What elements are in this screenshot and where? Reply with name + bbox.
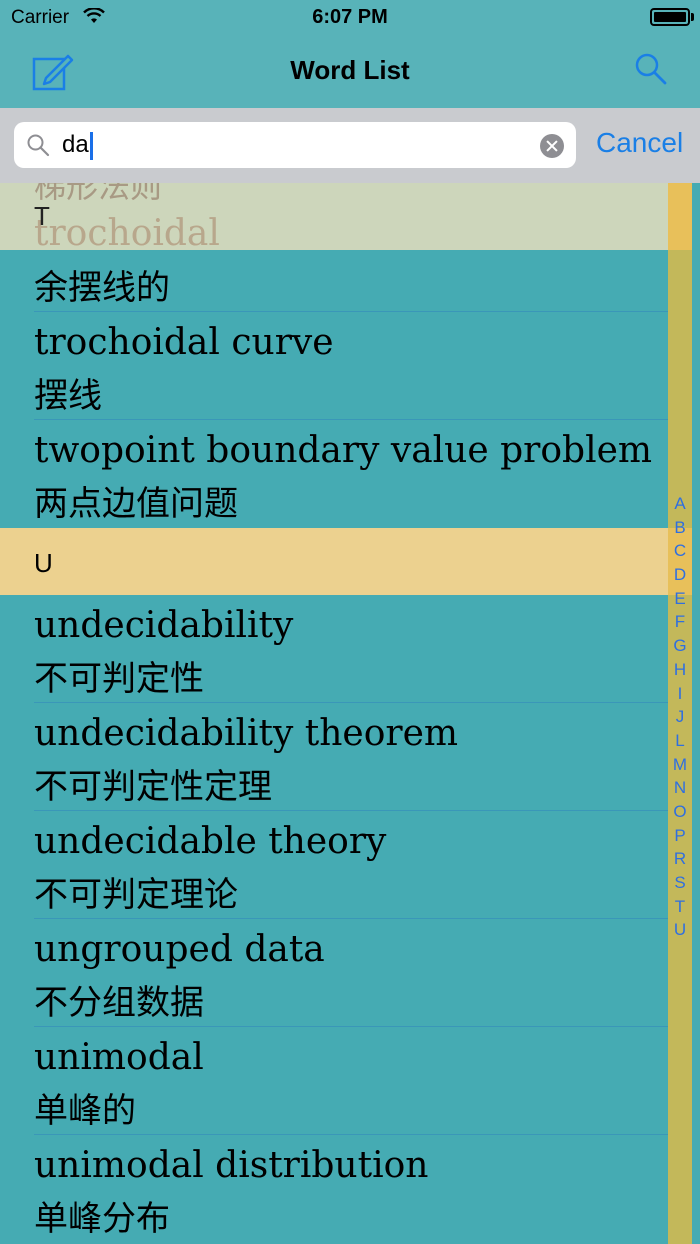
list-item[interactable]: ungrouped data 不分组数据 — [0, 919, 668, 1026]
list-item[interactable]: undecidability 不可判定性 — [0, 595, 668, 702]
section-header-t: 梯形法则 trochoidal T — [0, 183, 668, 254]
status-bar: Carrier 6:07 PM — [0, 0, 700, 36]
word-term: undecidability theorem — [34, 713, 459, 754]
index-letter-l[interactable]: L — [668, 729, 692, 753]
index-letter-h[interactable]: H — [668, 658, 692, 682]
magnifier-icon — [26, 133, 50, 161]
cancel-button[interactable]: Cancel — [596, 127, 683, 159]
index-letter-a[interactable]: A — [668, 492, 692, 516]
list-item[interactable]: undecidability theorem 不可判定性定理 — [0, 703, 668, 810]
text-caret — [89, 131, 93, 160]
index-letter-b[interactable]: B — [668, 516, 692, 540]
search-bar: da Cancel — [0, 108, 700, 183]
word-term: unimodal — [34, 1037, 204, 1078]
word-translation: 摆线 — [34, 376, 102, 416]
clear-icon[interactable] — [540, 134, 564, 158]
search-input[interactable]: da — [14, 122, 576, 168]
word-translation: 不可判定性 — [34, 659, 204, 699]
word-term: ungrouped data — [34, 929, 325, 970]
index-letter-f[interactable]: F — [668, 610, 692, 634]
word-translation: 单峰分布 — [34, 1199, 170, 1239]
index-letter-d[interactable]: D — [668, 563, 692, 587]
index-letter-t[interactable]: T — [668, 895, 692, 919]
word-list: 梯形法则 trochoidal T 余摆线的 trochoidal curve … — [0, 183, 668, 1244]
index-track-highlight — [668, 183, 692, 250]
word-translation: 余摆线的 — [34, 268, 170, 308]
section-label-u: U — [34, 548, 53, 578]
index-letter-c[interactable]: C — [668, 539, 692, 563]
list-item[interactable]: unimodal 单峰的 — [0, 1027, 668, 1134]
faded-word: trochoidal — [34, 213, 220, 254]
search-input-text[interactable]: da — [62, 131, 93, 160]
index-letter-g[interactable]: G — [668, 634, 692, 658]
list-item[interactable]: undecidable theory 不可判定理论 — [0, 811, 668, 918]
word-term: undecidability — [34, 605, 294, 646]
index-letter-p[interactable]: P — [668, 824, 692, 848]
list-item[interactable]: 余摆线的 — [0, 250, 668, 311]
word-term: twopoint boundary value problem — [34, 430, 653, 471]
battery-icon — [650, 8, 690, 26]
section-label-t: T — [34, 201, 50, 231]
section-header-u: U — [0, 528, 668, 595]
index-letter-n[interactable]: N — [668, 776, 692, 800]
word-translation: 不可判定理论 — [34, 875, 238, 915]
word-translation: 不可判定性定理 — [34, 767, 272, 807]
battery-tip — [691, 13, 694, 21]
index-letter-j[interactable]: J — [668, 705, 692, 729]
word-translation: 两点边值问题 — [34, 484, 238, 524]
word-term: undecidable theory — [34, 821, 387, 862]
index-letter-m[interactable]: M — [668, 753, 692, 777]
faded-translation: 梯形法则 — [34, 183, 163, 205]
list-item[interactable]: unimodal distribution 单峰分布 — [0, 1135, 668, 1242]
index-letter-i[interactable]: I — [668, 682, 692, 706]
page-title: Word List — [290, 55, 410, 85]
index-letter-s[interactable]: S — [668, 871, 692, 895]
index-letter-o[interactable]: O — [668, 800, 692, 824]
navigation-bar: Carrier 6:07 PM Word List — [0, 0, 700, 108]
edge-strip — [692, 183, 700, 1244]
word-translation: 单峰的 — [34, 1091, 136, 1131]
list-item[interactable]: trochoidal curve 摆线 — [0, 312, 668, 419]
section-index[interactable]: ABCDEFGHIJLMNOPRSTU — [668, 492, 692, 942]
word-term: unimodal distribution — [34, 1145, 429, 1186]
index-letter-e[interactable]: E — [668, 587, 692, 611]
list-item[interactable]: twopoint boundary value problem 两点边值问题 — [0, 420, 668, 527]
index-letter-r[interactable]: R — [668, 847, 692, 871]
index-letter-u[interactable]: U — [668, 918, 692, 942]
search-icon[interactable] — [634, 52, 668, 90]
word-term: trochoidal curve — [34, 322, 334, 363]
word-translation: 不分组数据 — [34, 983, 204, 1023]
clock: 6:07 PM — [312, 6, 388, 28]
